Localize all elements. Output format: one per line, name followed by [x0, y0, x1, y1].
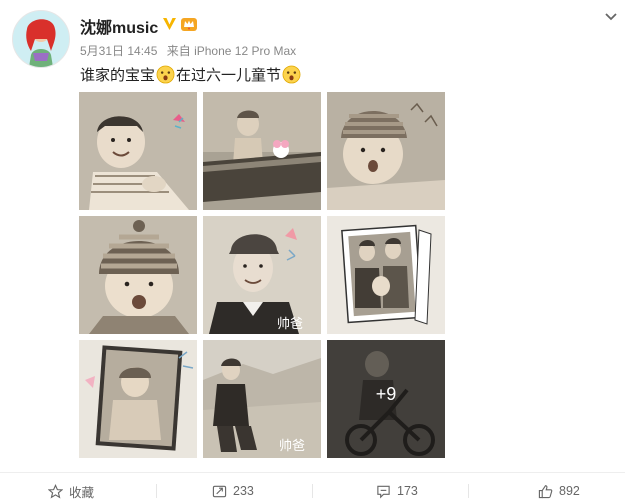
like-count: 892 — [559, 484, 580, 498]
thumbs-up-icon — [538, 484, 553, 498]
like-button[interactable]: 892 — [538, 482, 580, 500]
post-text-part2: 在过六一儿童节 — [176, 66, 282, 84]
vip-crown-icon[interactable] — [180, 16, 198, 32]
repost-icon — [212, 485, 227, 497]
photo-image — [327, 216, 445, 334]
weibo-post-card: 沈娜music 5月31日 14:45 来自 iPhone 12 Pro Max… — [0, 0, 625, 500]
action-separator — [156, 484, 157, 498]
username[interactable]: 沈娜music — [80, 14, 158, 38]
action-separator — [468, 484, 469, 498]
photo-image — [79, 216, 197, 334]
photo-man-seated-outdoors[interactable]: 帅爸 — [203, 340, 321, 458]
photo-caption: 帅爸 — [279, 439, 305, 454]
avatar[interactable] — [12, 10, 70, 68]
photo-baby-striped-hat[interactable] — [79, 216, 197, 334]
photo-child-tricycle[interactable]: +9 — [327, 340, 445, 458]
photo-caption: 帅爸 — [277, 317, 303, 332]
photo-grid: 帅爸 帅爸 +9 — [79, 92, 445, 459]
photo-image — [79, 340, 197, 458]
photo-image — [327, 92, 445, 210]
photo-baby-smiling[interactable] — [79, 92, 197, 210]
photo-baby-knit-hat[interactable] — [327, 92, 445, 210]
post-content: 谁家的宝宝 在过六一儿童节 — [80, 64, 302, 85]
post-timestamp[interactable]: 5月31日 14:45 — [80, 44, 157, 58]
photo-family-portrait[interactable] — [327, 216, 445, 334]
comment-button[interactable]: 173 — [376, 482, 418, 500]
favorite-button[interactable]: 收藏 — [48, 482, 94, 500]
photo-baby-in-tub[interactable] — [203, 92, 321, 210]
repost-button[interactable]: 233 — [212, 482, 254, 500]
repost-count: 233 — [233, 484, 254, 498]
post-meta: 5月31日 14:45 来自 iPhone 12 Pro Max — [80, 42, 302, 59]
action-separator — [312, 484, 313, 498]
photo-framed-baby[interactable] — [79, 340, 197, 458]
photo-image: 帅爸 — [203, 340, 321, 458]
chevron-down-icon[interactable] — [604, 12, 618, 22]
action-bar-divider — [0, 472, 625, 473]
favorite-label: 收藏 — [69, 485, 95, 500]
photo-image: 帅爸 — [203, 216, 321, 334]
comment-count: 173 — [397, 484, 418, 498]
photo-image — [203, 92, 321, 210]
post-text-part1: 谁家的宝宝 — [80, 66, 156, 84]
more-photos-count: +9 — [375, 384, 397, 404]
photo-image — [79, 92, 197, 210]
avatar-image — [13, 11, 69, 67]
verified-badge-icon — [163, 18, 176, 30]
star-icon — [48, 483, 63, 498]
surprised-face-icon — [156, 65, 175, 84]
post-source: 来自 iPhone 12 Pro Max — [166, 44, 297, 58]
photo-young-man-cap[interactable]: 帅爸 — [203, 216, 321, 334]
comment-icon — [377, 485, 390, 498]
surprised-face-icon — [282, 65, 301, 84]
